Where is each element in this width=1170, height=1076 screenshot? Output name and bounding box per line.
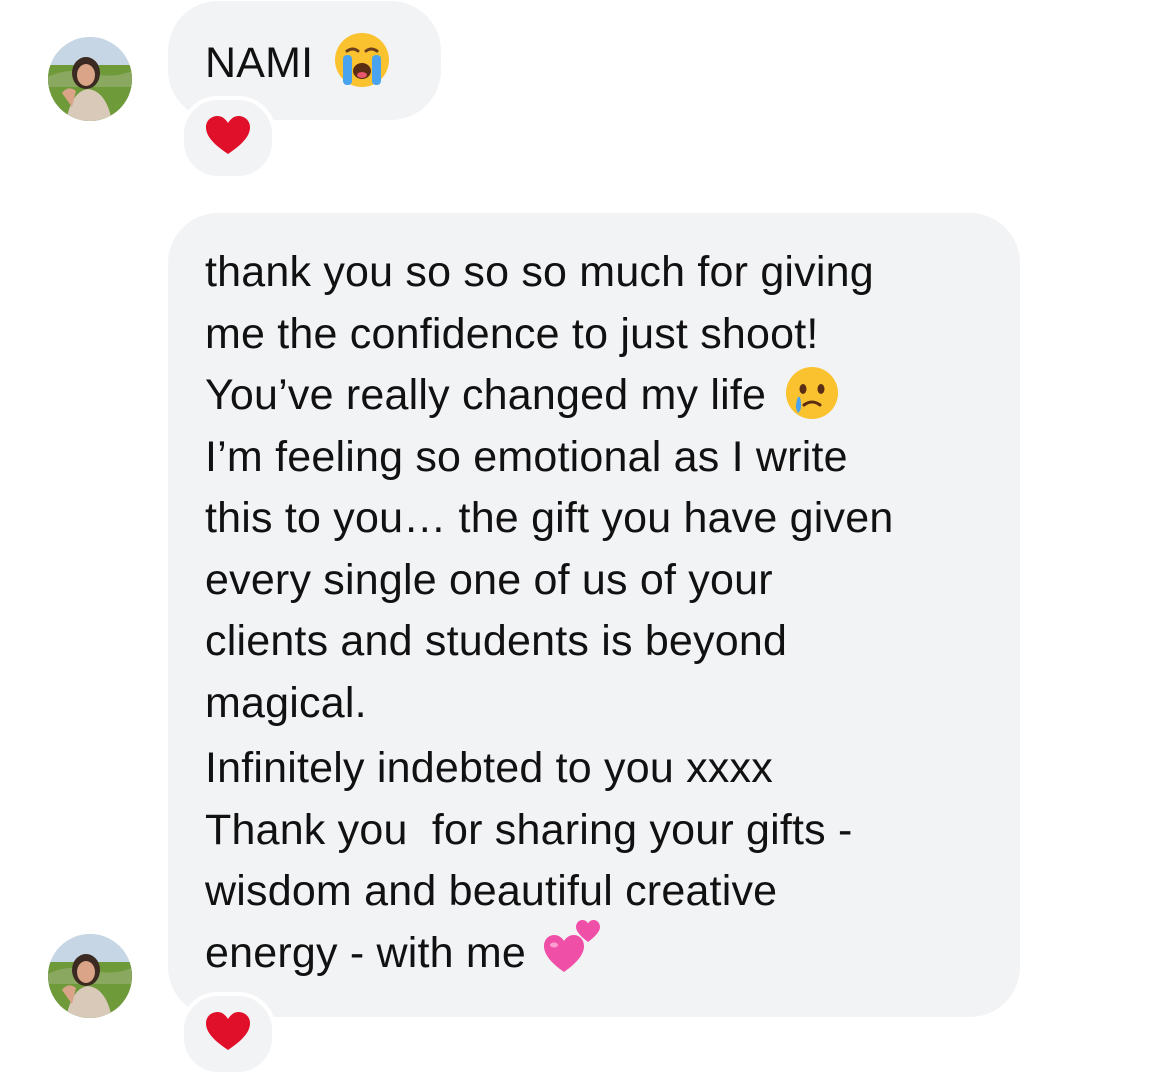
face-holding-back-tears-icon	[784, 365, 840, 426]
message-text: NAMI	[205, 38, 314, 87]
message-line: Infinitely indebted to you xxxx	[205, 744, 773, 792]
red-heart-icon	[206, 115, 250, 161]
sender-avatar[interactable]	[48, 37, 132, 121]
message-line: clients and students is beyond	[205, 617, 788, 665]
loudly-crying-face-icon	[333, 31, 391, 94]
message-line: me the confidence to just shoot!	[205, 309, 819, 358]
message-line: I’m feeling so emotional as I write	[205, 432, 848, 481]
two-hearts-icon	[544, 918, 604, 979]
red-heart-icon	[206, 1011, 250, 1057]
message-line: Thank you for sharing your gifts -	[205, 805, 853, 854]
reaction-badge[interactable]	[180, 992, 276, 1076]
sender-avatar[interactable]	[48, 934, 132, 1018]
message-line: energy - with me	[205, 928, 527, 977]
reaction-badge[interactable]	[180, 96, 276, 180]
message-line: wisdom and beautiful creative	[205, 867, 778, 915]
message-line: You’ve really changed my life	[205, 371, 767, 419]
message-line: magical.	[205, 678, 367, 727]
message-line: thank you so so so much for giving	[205, 248, 874, 296]
message-bubble-2[interactable]: thank you so so so much for giving me th…	[168, 213, 1020, 1017]
message-line: this to you… the gift you have given	[205, 494, 894, 542]
message-line: every single one of us of your	[205, 555, 773, 604]
message-body: thank you so so so much for giving me th…	[205, 242, 893, 984]
